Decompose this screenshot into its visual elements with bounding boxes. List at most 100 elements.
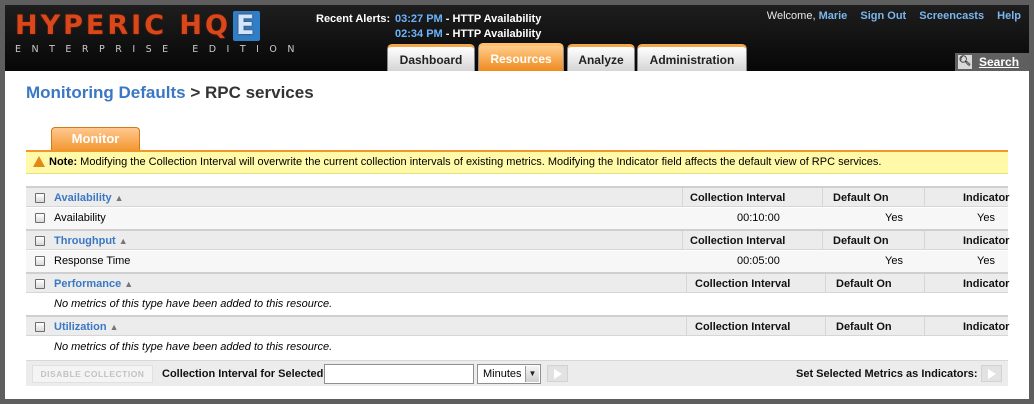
column-header-interval: Collection Interval	[690, 235, 786, 247]
column-divider	[924, 274, 925, 292]
group-header-availability: Availability ▲ Collection Interval Defaul…	[26, 186, 1010, 209]
tab-resources[interactable]: Resources	[478, 43, 564, 71]
logo-wordmark: HYPERIC HQ E	[15, 11, 313, 41]
column-divider	[924, 188, 925, 206]
tab-dashboard[interactable]: Dashboard	[387, 44, 475, 71]
empty-message: No metrics of this type have been added …	[54, 298, 333, 310]
empty-row: No metrics of this type have been added …	[26, 337, 1008, 358]
column-divider	[682, 231, 683, 249]
group-header-throughput: Throughput ▲ Collection Interval Default …	[26, 229, 1010, 252]
empty-message: No metrics of this type have been added …	[54, 341, 333, 353]
column-divider	[686, 274, 687, 292]
breadcrumb-monitoring-defaults[interactable]: Monitoring Defaults	[26, 83, 186, 102]
metric-indicator: Yes	[977, 212, 995, 224]
screencasts-link[interactable]: Screencasts	[919, 10, 984, 22]
apply-interval-button[interactable]	[547, 365, 568, 382]
metric-default-on: Yes	[885, 255, 903, 267]
tab-administration[interactable]: Administration	[637, 44, 747, 71]
play-icon	[554, 369, 562, 379]
table-row[interactable]: Response Time 00:05:00 Yes Yes	[26, 251, 1008, 272]
group-checkbox[interactable]	[35, 322, 45, 332]
column-divider	[822, 188, 823, 206]
table-row[interactable]: Availability 00:10:00 Yes Yes	[26, 208, 1008, 229]
column-header-indicator: Indicator	[963, 321, 1010, 333]
set-indicators-label: Set Selected Metrics as Indicators:	[796, 368, 978, 380]
column-header-default-on: Default On	[836, 321, 892, 333]
disable-collection-button[interactable]: DISABLE COLLECTION	[32, 365, 153, 383]
metric-name: Availability	[54, 212, 106, 224]
group-name-throughput[interactable]: Throughput ▲	[54, 231, 128, 252]
empty-row: No metrics of this type have been added …	[26, 294, 1008, 315]
column-divider	[924, 317, 925, 335]
group-header-performance: Performance ▲ Collection Interval Default…	[26, 272, 1010, 295]
page-title: Monitoring Defaults > RPC services	[26, 83, 314, 103]
column-header-indicator: Indicator	[963, 192, 1010, 204]
group-header-utilization: Utilization ▲ Collection Interval Default…	[26, 315, 1010, 338]
group-checkbox[interactable]	[35, 193, 45, 203]
logo-subtitle: ENTERPRISE EDITION	[15, 44, 306, 55]
metric-interval: 00:05:00	[737, 255, 780, 267]
logo[interactable]: HYPERIC HQ E ENTERPRISE EDITION	[15, 11, 313, 61]
column-divider	[686, 317, 687, 335]
sign-out-link[interactable]: Sign Out	[860, 10, 906, 22]
action-bar: DISABLE COLLECTION Collection Interval f…	[26, 360, 1008, 386]
metric-checkbox[interactable]	[35, 213, 45, 223]
column-header-interval: Collection Interval	[695, 278, 791, 290]
group-name-performance[interactable]: Performance ▲	[54, 274, 133, 295]
breadcrumb-separator: >	[185, 83, 205, 102]
column-header-indicator: Indicator	[963, 278, 1010, 290]
warning-icon	[33, 156, 45, 167]
chevron-down-icon: ▼	[525, 366, 539, 382]
help-link[interactable]: Help	[997, 10, 1021, 22]
group-name-availability[interactable]: Availability ▲	[54, 188, 124, 209]
interval-input[interactable]	[324, 364, 474, 384]
sort-arrow-icon: ▲	[124, 279, 134, 289]
column-divider	[825, 274, 826, 292]
play-icon	[988, 369, 996, 379]
alert-time[interactable]: 03:27 PM	[395, 13, 443, 25]
group-checkbox[interactable]	[35, 236, 45, 246]
recent-alerts-label: Recent Alerts:	[316, 13, 391, 25]
interval-unit-value: Minutes	[483, 368, 522, 380]
metric-checkbox[interactable]	[35, 256, 45, 266]
search-label: Search	[979, 55, 1020, 69]
tab-monitor[interactable]: Monitor	[51, 127, 140, 151]
column-divider	[924, 231, 925, 249]
alert-name: - HTTP Availability	[442, 28, 542, 40]
column-header-interval: Collection Interval	[690, 192, 786, 204]
group-name-utilization[interactable]: Utilization ▲	[54, 317, 118, 338]
metric-default-on: Yes	[885, 212, 903, 224]
interval-unit-select[interactable]: Minutes ▼	[477, 364, 541, 384]
column-header-default-on: Default On	[833, 235, 889, 247]
column-header-default-on: Default On	[833, 192, 889, 204]
column-divider	[822, 231, 823, 249]
sort-arrow-icon: ▲	[109, 322, 119, 332]
column-header-default-on: Default On	[836, 278, 892, 290]
tab-analyze[interactable]: Analyze	[567, 44, 635, 71]
breadcrumb-current: RPC services	[204, 83, 314, 102]
welcome-text: Welcome,	[766, 10, 816, 22]
column-divider	[825, 317, 826, 335]
app-window: HYPERIC HQ E ENTERPRISE EDITION Recent Al…	[5, 5, 1029, 399]
alert-item[interactable]: 03:27 PM - HTTP Availability	[395, 13, 541, 25]
user-name-link[interactable]: Marie	[819, 10, 848, 22]
metric-name: Response Time	[54, 255, 131, 267]
metric-interval: 00:10:00	[737, 212, 780, 224]
search-icon: 🔍︎	[958, 55, 972, 69]
set-indicators-button[interactable]	[981, 365, 1002, 382]
user-bar: Welcome, Marie Sign Out Screencasts Help	[767, 10, 1021, 22]
alert-name: - HTTP Availability	[442, 13, 542, 25]
search-button[interactable]: 🔍︎ Search	[955, 53, 1029, 71]
alert-time[interactable]: 02:34 PM	[395, 28, 443, 40]
alert-item[interactable]: 02:34 PM - HTTP Availability	[395, 28, 541, 40]
sort-arrow-icon: ▲	[114, 193, 124, 203]
note-text: Modifying the Collection Interval will o…	[77, 156, 882, 168]
header: HYPERIC HQ E ENTERPRISE EDITION Recent Al…	[5, 5, 1029, 71]
logo-mark: E	[232, 11, 261, 41]
note-banner: Note: Modifying the Collection Interval …	[26, 152, 1008, 174]
column-divider	[682, 188, 683, 206]
column-header-indicator: Indicator	[963, 235, 1010, 247]
sort-arrow-icon: ▲	[118, 236, 128, 246]
group-checkbox[interactable]	[35, 279, 45, 289]
column-header-interval: Collection Interval	[695, 321, 791, 333]
